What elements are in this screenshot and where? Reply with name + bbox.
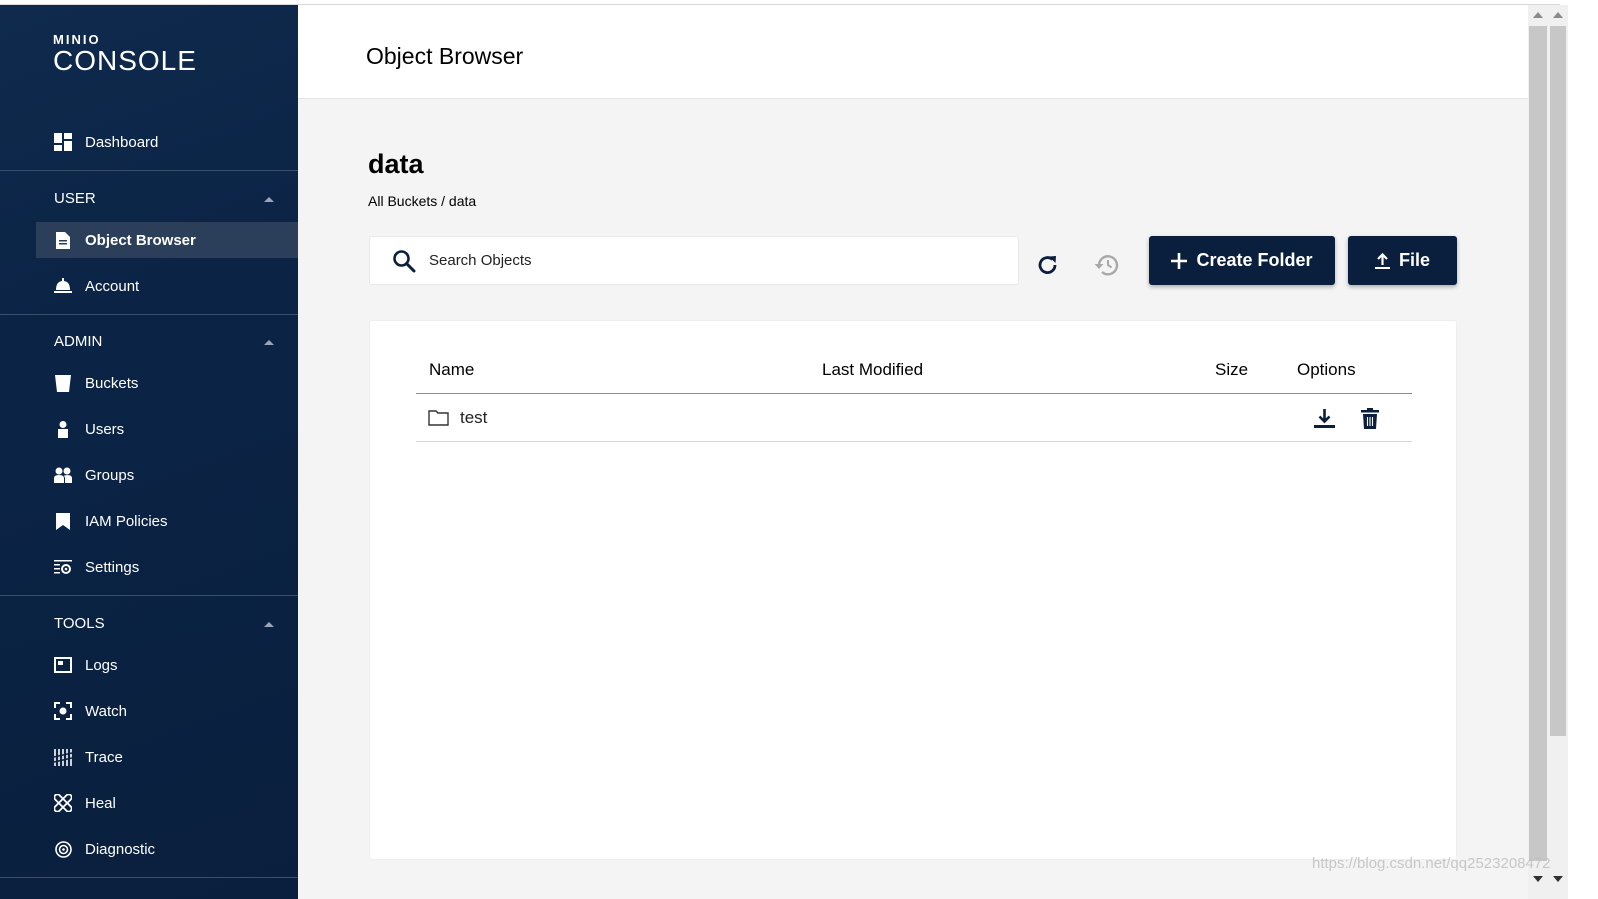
collapse-caret-icon[interactable] — [264, 340, 274, 345]
history-icon — [1094, 255, 1119, 276]
dashboard-icon — [54, 133, 72, 151]
upload-file-button[interactable]: File — [1348, 236, 1457, 285]
sidebar-item-logs[interactable]: Logs — [36, 647, 298, 683]
collapse-caret-icon[interactable] — [264, 197, 274, 202]
search-box[interactable] — [369, 236, 1019, 285]
delete-button[interactable] — [1358, 406, 1382, 430]
sidebar-item-account[interactable]: Account — [36, 268, 298, 304]
watch-icon — [54, 702, 72, 720]
sidebar-item-diagnostic[interactable]: Diagnostic — [36, 831, 298, 867]
sidebar-item-label: Heal — [85, 794, 116, 812]
collapse-caret-icon[interactable] — [264, 622, 274, 627]
sidebar-item-object-browser[interactable]: Object Browser — [36, 222, 298, 258]
page-title: Object Browser — [366, 43, 524, 69]
sidebar-item-settings[interactable]: Settings — [36, 549, 298, 585]
sidebar-item-label: IAM Policies — [85, 512, 168, 530]
sidebar-item-label: Groups — [85, 466, 135, 484]
bookmark-icon — [54, 512, 72, 530]
sidebar-divider — [0, 595, 298, 596]
refresh-icon — [1038, 256, 1057, 274]
refresh-button[interactable] — [1031, 248, 1065, 282]
sidebar-item-label: Object Browser — [85, 231, 196, 249]
user-icon — [54, 420, 72, 438]
sidebar-item-watch[interactable]: Watch — [36, 693, 298, 729]
sidebar-item-groups[interactable]: Groups — [36, 457, 298, 493]
search-icon — [392, 249, 416, 273]
upload-file-label: File — [1398, 250, 1430, 270]
sidebar-item-label: Diagnostic — [85, 840, 156, 858]
bucket-title: data — [368, 149, 424, 179]
object-name[interactable]: test — [460, 408, 487, 428]
section-admin-title[interactable]: ADMIN — [54, 333, 102, 350]
sidebar-item-label: Users — [85, 420, 125, 438]
rewind-history-button[interactable] — [1090, 248, 1124, 282]
sidebar-item-label: Logs — [85, 656, 118, 674]
sidebar: MINIO CONSOLE Dashboard USER Object Brow… — [0, 5, 298, 899]
download-icon — [1313, 408, 1335, 428]
group-icon — [54, 466, 72, 484]
heal-icon — [54, 794, 72, 812]
sidebar-divider — [0, 170, 298, 171]
objects-table: Name Last Modified Size Options test — [369, 320, 1457, 860]
sidebar-item-dashboard[interactable]: Dashboard — [36, 124, 298, 160]
page-header: Object Browser — [298, 5, 1528, 99]
plus-icon — [1171, 252, 1188, 269]
watermark: https://blog.csdn.net/qq2523208472 — [1312, 855, 1551, 872]
document-icon — [54, 231, 72, 249]
scrollbar-thumb-outer[interactable] — [1550, 26, 1566, 736]
column-header-options: Options — [1297, 360, 1356, 379]
section-user-title[interactable]: USER — [54, 190, 96, 207]
bucket-icon — [54, 374, 72, 392]
create-folder-label: Create Folder — [1196, 250, 1313, 270]
sidebar-item-label: Dashboard — [85, 133, 159, 151]
sidebar-item-label: Buckets — [85, 374, 139, 392]
scroll-up-arrow-icon[interactable] — [1533, 12, 1543, 18]
upload-icon — [1374, 252, 1390, 269]
section-tools-title[interactable]: TOOLS — [54, 615, 105, 632]
sidebar-divider — [0, 877, 298, 878]
main-content: data All Buckets / data Create Folder Fi… — [298, 99, 1528, 899]
sidebar-divider — [0, 314, 298, 315]
bell-desk-icon — [54, 277, 72, 295]
scroll-down-arrow-icon[interactable] — [1533, 876, 1543, 882]
sidebar-item-label: Settings — [85, 558, 140, 576]
search-input[interactable] — [429, 252, 989, 269]
column-header-size[interactable]: Size — [1215, 360, 1248, 380]
breadcrumb[interactable]: All Buckets / data — [368, 193, 476, 209]
folder-icon — [428, 409, 449, 431]
sidebar-item-label: Watch — [85, 702, 127, 720]
sidebar-item-label: Trace — [85, 748, 123, 766]
table-row[interactable]: test — [416, 394, 1412, 442]
sidebar-item-heal[interactable]: Heal — [36, 785, 298, 821]
logs-icon — [54, 656, 72, 674]
minio-console-logo[interactable]: MINIO CONSOLE — [53, 33, 197, 76]
column-header-last-modified[interactable]: Last Modified — [822, 360, 923, 380]
sidebar-item-label: Account — [85, 277, 140, 295]
scroll-down-arrow-outer-icon[interactable] — [1553, 876, 1563, 882]
sidebar-item-iam-policies[interactable]: IAM Policies — [36, 503, 298, 539]
settings-icon — [54, 558, 72, 576]
download-button[interactable] — [1312, 406, 1336, 430]
trash-icon — [1361, 407, 1379, 429]
column-header-name[interactable]: Name — [429, 360, 474, 380]
scroll-up-arrow-outer-icon[interactable] — [1553, 12, 1563, 18]
trace-icon — [54, 748, 72, 766]
table-header: Name Last Modified Size Options — [416, 355, 1412, 394]
sidebar-item-buckets[interactable]: Buckets — [36, 365, 298, 401]
sidebar-item-users[interactable]: Users — [36, 411, 298, 447]
scrollbar-thumb[interactable] — [1529, 26, 1547, 861]
create-folder-button[interactable]: Create Folder — [1149, 236, 1335, 285]
diagnostic-icon — [54, 840, 72, 858]
sidebar-item-trace[interactable]: Trace — [36, 739, 298, 775]
logo-big-text: CONSOLE — [53, 45, 197, 76]
